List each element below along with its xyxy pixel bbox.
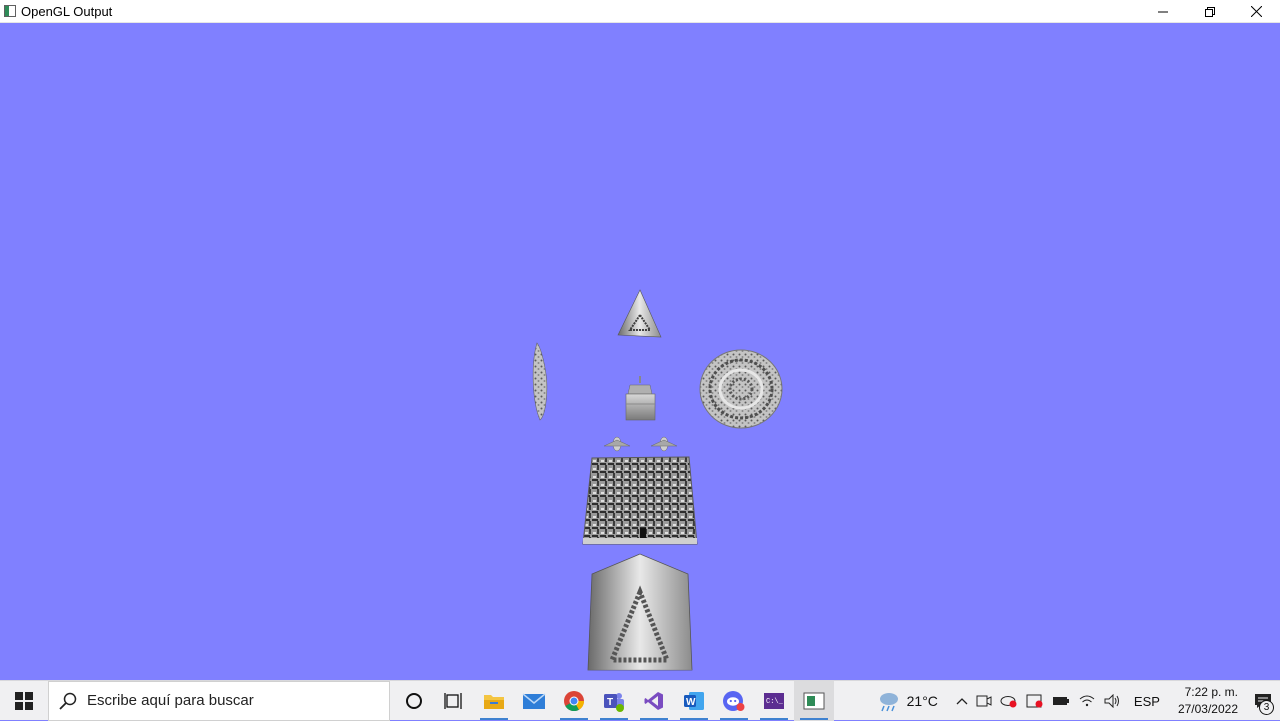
clock[interactable]: 7:22 p. m. 27/03/2022 (1168, 684, 1246, 718)
taskbar-discord[interactable] (714, 681, 754, 721)
clock-date: 27/03/2022 (1177, 702, 1238, 716)
coiled-rope-model (699, 349, 783, 429)
scene-canvas (532, 289, 783, 671)
svg-text:C:\_: C:\_ (766, 698, 784, 706)
volume-icon (1104, 694, 1119, 708)
file-explorer-icon (484, 694, 504, 709)
security-icon (1026, 694, 1043, 708)
taskbar-teams[interactable]: T (594, 681, 634, 721)
pyramid-small (617, 289, 662, 338)
language-label: ESP (1133, 693, 1160, 709)
airplane-right (650, 436, 678, 452)
visual-studio-icon (644, 691, 663, 710)
pyramid-large (587, 553, 693, 671)
task-view-button[interactable] (434, 681, 474, 721)
opengl-viewport[interactable] (0, 23, 1280, 680)
close-button[interactable] (1233, 0, 1280, 23)
window-title: OpenGL Output (21, 3, 113, 19)
minimize-icon (1157, 11, 1168, 12)
onedrive-error-icon (1000, 696, 1017, 708)
taskbar-mail[interactable] (514, 681, 554, 721)
tray-onedrive[interactable] (996, 681, 1022, 721)
wifi-icon (1079, 695, 1095, 707)
taskbar-file-explorer[interactable] (474, 681, 514, 721)
windows-logo-icon (15, 691, 33, 710)
close-icon (1251, 6, 1262, 17)
weather-widget[interactable]: 21°C (873, 681, 942, 721)
terminal-icon: C:\_ (764, 692, 784, 709)
chevron-up-icon (956, 698, 968, 705)
lantern-model (625, 376, 656, 421)
notifications-button[interactable]: 3 (1246, 681, 1280, 721)
taskbar-word[interactable]: W (674, 681, 714, 721)
maze-block (582, 456, 698, 545)
cortana-button[interactable] (394, 681, 434, 721)
restore-icon (1204, 6, 1215, 17)
minimize-button[interactable] (1139, 0, 1186, 23)
word-icon: W (684, 691, 704, 710)
tray-security[interactable] (1022, 681, 1048, 721)
taskbar-terminal[interactable]: C:\_ (754, 681, 794, 721)
taskbar-visual-studio[interactable] (634, 681, 674, 721)
chrome-icon (564, 690, 585, 711)
restore-button[interactable] (1186, 0, 1233, 23)
taskbar-opengl-app[interactable] (794, 680, 834, 721)
windows-taskbar: Escribe aquí para buscar T W C:\_ 21°C E… (0, 680, 1280, 721)
taskbar-chrome[interactable] (554, 681, 594, 721)
clock-time: 7:22 p. m. (1184, 685, 1238, 699)
svg-text:T: T (607, 697, 613, 708)
cortana-icon (406, 692, 422, 709)
start-button[interactable] (0, 681, 48, 721)
weather-temperature: 21°C (906, 693, 938, 709)
fish-model (532, 342, 548, 421)
language-indicator[interactable]: ESP (1126, 681, 1168, 721)
teams-icon: T (604, 692, 624, 712)
taskbar-search-box[interactable]: Escribe aquí para buscar (48, 680, 390, 721)
search-icon (49, 692, 87, 710)
tray-battery[interactable] (1048, 681, 1074, 721)
opengl-app-icon (803, 692, 825, 709)
system-tray: 21°C ESP 7:22 p. m. 27/03/2022 3 (873, 681, 1280, 721)
tray-wifi[interactable] (1074, 681, 1100, 721)
notification-count-badge: 3 (1259, 700, 1274, 715)
tray-volume[interactable] (1100, 681, 1126, 721)
opengl-window-icon (3, 4, 17, 18)
window-titlebar: OpenGL Output (0, 0, 1280, 23)
meet-now-icon (976, 695, 992, 707)
battery-icon (1052, 697, 1069, 705)
mail-icon (522, 692, 546, 709)
window-controls (1139, 0, 1280, 23)
show-hidden-icons-button[interactable] (952, 681, 972, 721)
airplane-left (603, 436, 631, 452)
weather-rain-icon (879, 693, 898, 712)
search-placeholder: Escribe aquí para buscar (87, 692, 254, 709)
task-view-icon (444, 692, 462, 709)
svg-text:W: W (686, 697, 696, 708)
discord-icon (723, 690, 745, 711)
tray-meet-now[interactable] (972, 681, 996, 721)
